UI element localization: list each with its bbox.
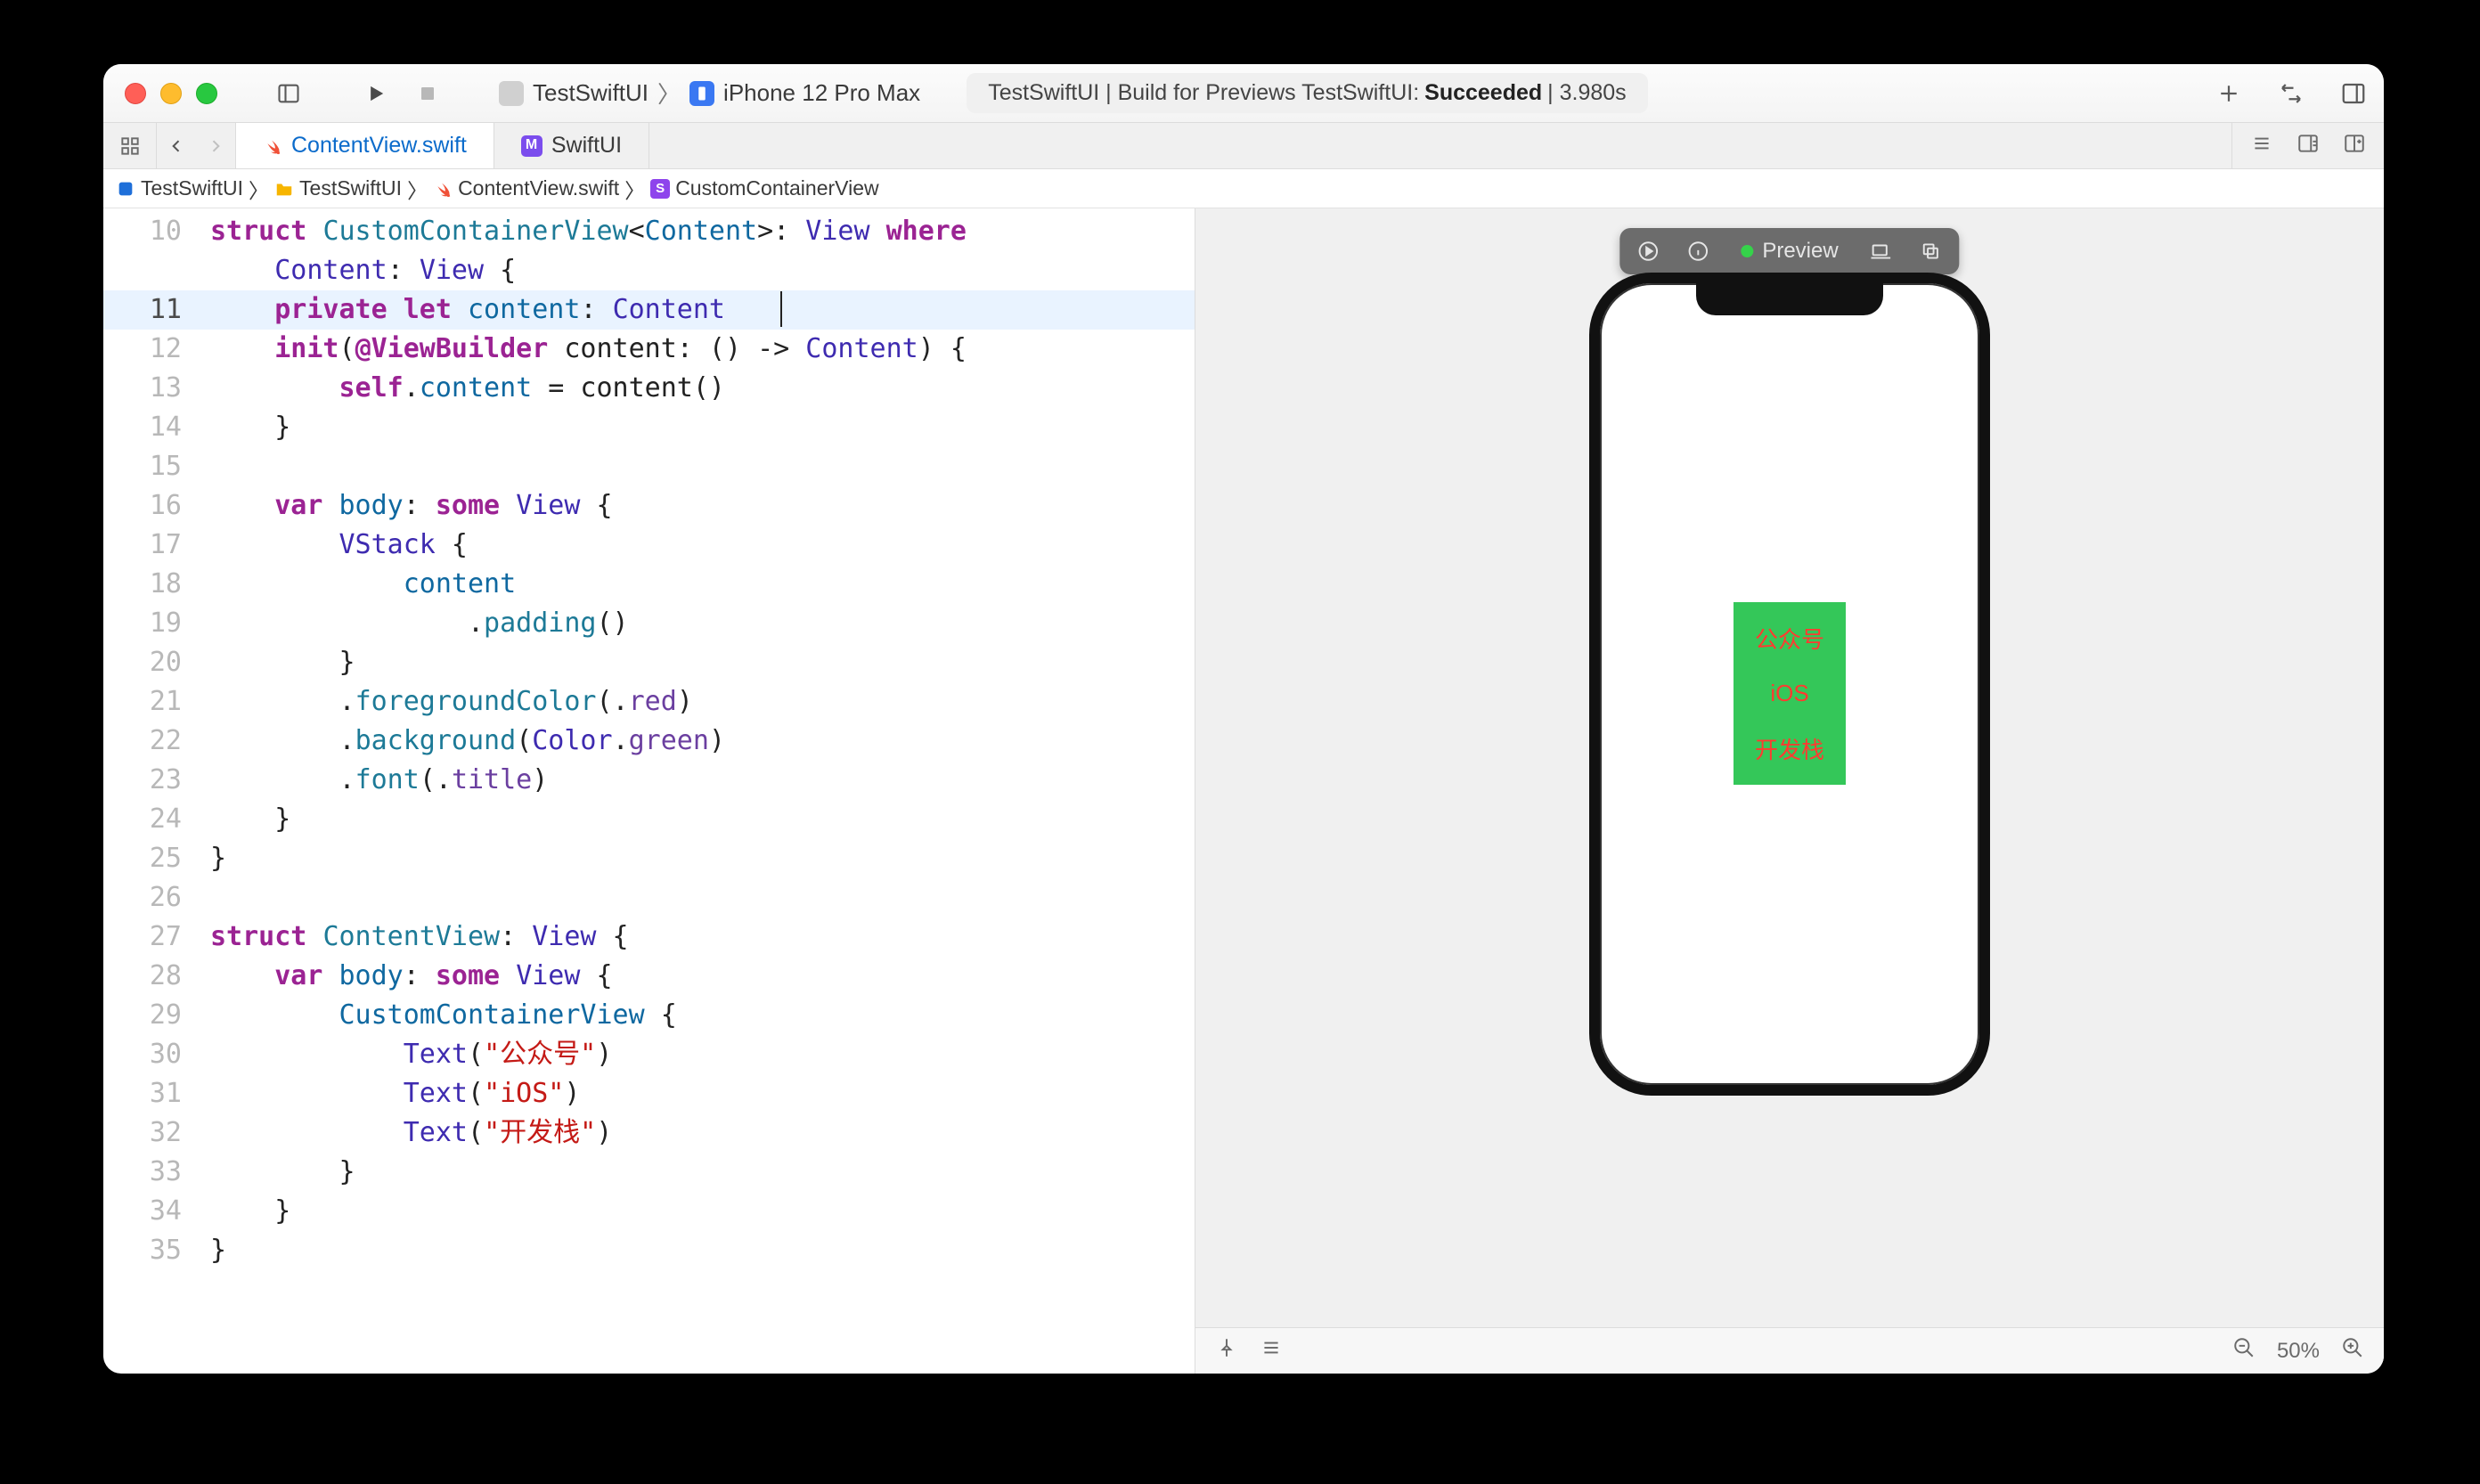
jb-sep-icon: 〉 <box>407 174 428 204</box>
minimize-button[interactable] <box>160 83 182 104</box>
status-prefix: TestSwiftUI | Build for Previews TestSwi… <box>988 80 1419 106</box>
zoom-button[interactable] <box>196 83 217 104</box>
tab-contentview[interactable]: ContentView.swift <box>236 123 494 168</box>
project-icon <box>116 179 135 199</box>
preview-content: 公众号 iOS 开发栈 <box>1734 602 1846 785</box>
jb-project: TestSwiftUI <box>141 176 243 200</box>
activity-status[interactable]: TestSwiftUI | Build for Previews TestSwi… <box>967 73 1647 113</box>
jb-folder: TestSwiftUI <box>299 176 402 200</box>
adjust-editor-button[interactable] <box>2296 132 2320 159</box>
preview-text: 开发栈 <box>1746 720 1833 778</box>
preview-toolbar: Preview <box>1619 228 1959 274</box>
run-button[interactable] <box>360 81 392 106</box>
struct-icon: S <box>650 179 670 199</box>
preview-list-button[interactable] <box>1260 1336 1283 1366</box>
status-result: Succeeded <box>1424 80 1542 106</box>
scheme-app-name: TestSwiftUI <box>533 79 649 107</box>
zoom-level: 50% <box>2277 1339 2320 1364</box>
traffic-lights <box>125 83 217 104</box>
related-items-button[interactable] <box>103 123 157 168</box>
toolbar-right <box>2213 81 2370 106</box>
status-suffix: | 3.980s <box>1547 80 1627 106</box>
jb-sep-icon: 〉 <box>624 174 645 204</box>
canvas-inner[interactable]: Preview 公众号 iOS 开发栈 <box>1195 208 2384 1327</box>
jb-file: ContentView.swift <box>458 176 619 200</box>
jb-symbol: CustomContainerView <box>675 176 878 200</box>
toggle-navigator-button[interactable] <box>273 81 305 106</box>
titlebar: TestSwiftUI 〉 iPhone 12 Pro Max TestSwif… <box>103 64 2384 123</box>
nav-forward-button[interactable] <box>196 137 235 155</box>
library-add-button[interactable] <box>2213 81 2245 106</box>
text-caret <box>780 291 782 327</box>
add-editor-button[interactable] <box>2343 132 2366 159</box>
close-button[interactable] <box>125 83 146 104</box>
preview-live-indicator[interactable]: Preview <box>1723 239 1856 264</box>
swift-file-icon <box>263 136 282 156</box>
scheme-device-name: iPhone 12 Pro Max <box>723 79 920 107</box>
pin-preview-button[interactable] <box>1215 1336 1238 1366</box>
toggle-inspector-button[interactable] <box>2337 81 2370 106</box>
tab-swiftui[interactable]: SwiftUI <box>494 123 649 168</box>
nav-back-button[interactable] <box>157 137 196 155</box>
preview-play-button[interactable] <box>1623 232 1673 271</box>
jump-bar[interactable]: TestSwiftUI 〉 TestSwiftUI 〉 ContentView.… <box>103 169 2384 208</box>
jb-sep-icon: 〉 <box>249 174 269 204</box>
swift-file-icon <box>433 179 453 199</box>
nav-history <box>157 123 236 168</box>
preview-canvas: Preview 公众号 iOS 开发栈 <box>1195 208 2384 1374</box>
zoom-out-button[interactable] <box>2232 1336 2256 1366</box>
source-editor[interactable]: 1011121314151617181920212223242526272829… <box>103 208 1195 1374</box>
scheme-chevron-icon: 〉 <box>657 77 681 110</box>
app-icon <box>499 81 524 106</box>
main-split: 1011121314151617181920212223242526272829… <box>103 208 2384 1374</box>
preview-inspect-button[interactable] <box>1673 232 1723 271</box>
preview-duplicate-button[interactable] <box>1906 232 1956 271</box>
swiftui-module-icon <box>521 135 542 157</box>
folder-icon <box>274 179 294 199</box>
tab-label: SwiftUI <box>551 133 622 159</box>
device-frame: 公众号 iOS 开发栈 <box>1589 273 1990 1096</box>
zoom-in-button[interactable] <box>2341 1336 2364 1366</box>
stop-button[interactable] <box>412 81 444 106</box>
device-icon <box>689 81 714 106</box>
tab-bar: ContentView.swift SwiftUI <box>103 123 2384 169</box>
scheme-selector[interactable]: TestSwiftUI 〉 iPhone 12 Pro Max <box>499 77 920 110</box>
editor-options-button[interactable] <box>2250 132 2273 159</box>
device-notch <box>1696 281 1883 315</box>
preview-device-button[interactable] <box>1856 232 1906 271</box>
xcode-window: TestSwiftUI 〉 iPhone 12 Pro Max TestSwif… <box>103 64 2384 1374</box>
tab-label: ContentView.swift <box>291 133 467 159</box>
live-dot-icon <box>1741 245 1753 257</box>
code-area[interactable]: struct CustomContainerView<Content>: Vie… <box>210 212 1189 1270</box>
preview-text: iOS <box>1761 667 1817 720</box>
code-review-button[interactable] <box>2275 81 2307 106</box>
preview-label: Preview <box>1762 239 1838 264</box>
canvas-footer: 50% <box>1195 1327 2384 1374</box>
gutter: 1011121314151617181920212223242526272829… <box>103 208 198 1374</box>
tab-trailing <box>2231 123 2384 168</box>
preview-text: 公众号 <box>1746 609 1833 667</box>
